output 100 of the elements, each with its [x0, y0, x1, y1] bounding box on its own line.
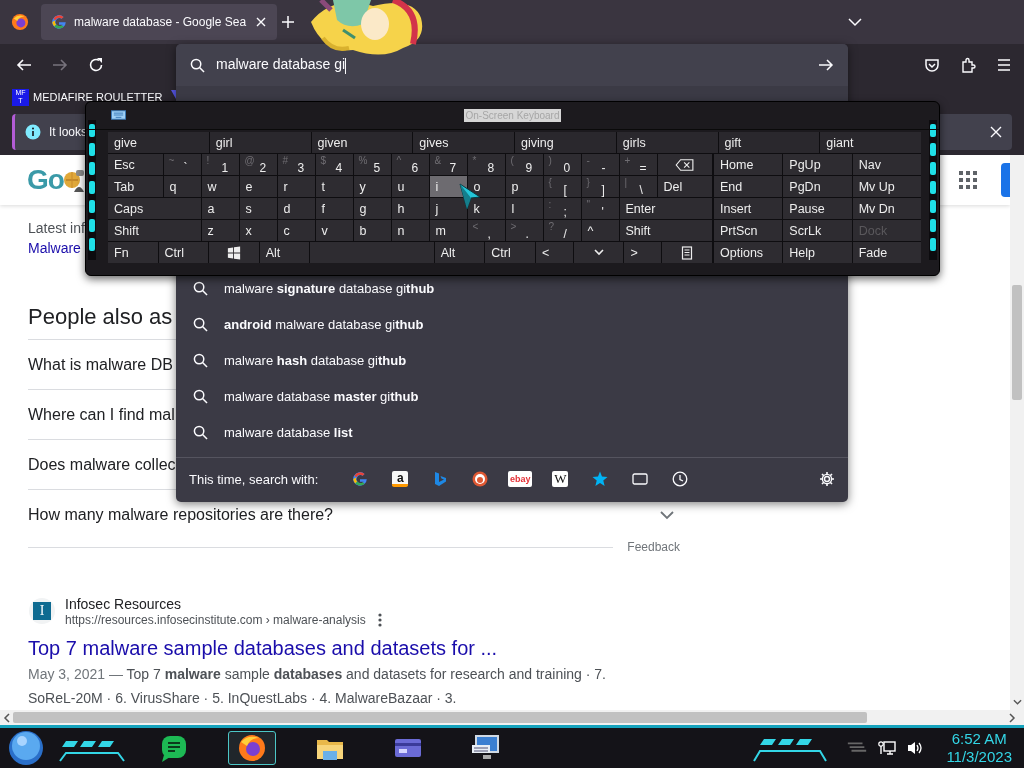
word-prediction[interactable]: giant	[820, 132, 921, 153]
keyboard-key[interactable]: Esc	[108, 154, 163, 175]
keyboard-key[interactable]: PgUp	[783, 154, 852, 175]
keyboard-key[interactable]: q	[163, 176, 201, 197]
keyboard-key[interactable]: > .	[505, 220, 543, 241]
keyboard-key[interactable]: b	[353, 220, 391, 241]
keyboard-key[interactable]: v	[315, 220, 353, 241]
keyboard-key[interactable]: Options	[714, 242, 783, 263]
keyboard-key[interactable]: i	[429, 176, 467, 197]
keyboard-key[interactable]: m	[429, 220, 467, 241]
keyboard-key[interactable]: Shift	[619, 220, 712, 241]
keyboard-key[interactable]: y	[353, 176, 391, 197]
keyboard-key[interactable]: Fn	[108, 242, 158, 263]
keyboard-key[interactable]: r	[277, 176, 315, 197]
keyboard-key[interactable]: % 5	[353, 154, 391, 175]
browser-tab[interactable]: malware database - Google Sea	[41, 4, 277, 40]
keyboard-key[interactable]: <	[535, 242, 573, 263]
keyboard-key[interactable]: ^ 6	[391, 154, 429, 175]
clock-time[interactable]: 6:52 AM	[946, 730, 1012, 748]
keyboard-key[interactable]: Alt	[434, 242, 485, 263]
word-prediction[interactable]: given	[311, 132, 413, 153]
keyboard-key[interactable]: ~ `	[163, 154, 201, 175]
keyboard-key[interactable]: z	[201, 220, 239, 241]
keyboard-key[interactable]: Mv Up	[852, 176, 921, 197]
keyboard-key[interactable]: e	[239, 176, 277, 197]
search-suggestion[interactable]: malware database master github	[224, 388, 419, 404]
keyboard-key[interactable]: d	[277, 198, 315, 219]
keyboard-key[interactable]: n	[391, 220, 429, 241]
keyboard-key[interactable]: Shift	[108, 220, 201, 241]
keyboard-key[interactable]: ( 9	[505, 154, 543, 175]
keyboard-key[interactable]: c	[277, 220, 315, 241]
keyboard-key[interactable]: Fade	[852, 242, 921, 263]
question-text[interactable]: Does malware collec	[28, 455, 176, 474]
word-prediction[interactable]: gift	[718, 132, 820, 153]
keyboard-key[interactable]: g	[353, 198, 391, 219]
keyboard-key[interactable]: ) 0	[543, 154, 581, 175]
word-prediction[interactable]: giving	[515, 132, 616, 153]
keyboard-key[interactable]: Nav	[852, 154, 921, 175]
search-engine-button[interactable]: a	[380, 467, 421, 491]
search-suggestion[interactable]: android malware database github	[224, 316, 424, 332]
keyboard-key[interactable]: # 3	[277, 154, 315, 175]
keyboard-key[interactable]: ^	[581, 220, 619, 241]
keyboard-key[interactable]: Mv Dn	[852, 198, 921, 219]
search-suggestion[interactable]: malware hash database github	[224, 352, 407, 368]
keyboard-key[interactable]: Pause	[783, 198, 852, 219]
keyboard-key[interactable]: Caps	[108, 198, 201, 219]
word-prediction[interactable]: girl	[209, 132, 311, 153]
keyboard-key[interactable]: s	[239, 198, 277, 219]
search-engine-button[interactable]: ebay	[500, 467, 541, 491]
keyboard-key[interactable]: { [	[543, 176, 581, 197]
keyboard-key[interactable]: k	[467, 198, 505, 219]
search-engine-button[interactable]: W	[540, 467, 581, 491]
keyboard-key[interactable]: - -	[581, 154, 619, 175]
keyboard-key[interactable]: Enter	[619, 198, 712, 219]
keyboard-key[interactable]: u	[391, 176, 429, 197]
keyboard-key[interactable]: } ]	[581, 176, 619, 197]
keyboard-key[interactable]: PgDn	[783, 176, 852, 197]
keyboard-key[interactable]: Ctrl	[158, 242, 209, 263]
question-text[interactable]: What is malware DB	[28, 355, 173, 374]
keyboard-key[interactable]: t	[315, 176, 353, 197]
keyboard-key[interactable]: o	[467, 176, 505, 197]
feedback-link[interactable]: Feedback	[627, 540, 680, 554]
result-link[interactable]: Malware	[28, 237, 81, 259]
keyboard-key[interactable]: | \	[619, 176, 657, 197]
keyboard-key[interactable]: Help	[783, 242, 852, 263]
keyboard-key[interactable]: $ 4	[315, 154, 353, 175]
keyboard-key[interactable]: Alt	[259, 242, 310, 263]
keyboard-key[interactable]: p	[505, 176, 543, 197]
keyboard-key[interactable]: ScrLk	[783, 220, 852, 241]
keyboard-key[interactable]: ! 1	[201, 154, 239, 175]
keyboard-key[interactable]: j	[429, 198, 467, 219]
search-suggestion[interactable]: malware database list	[224, 424, 353, 440]
keyboard-key[interactable]: PrtScn	[714, 220, 783, 241]
address-field[interactable]: malware database gi	[176, 44, 848, 86]
keyboard-key[interactable]: * 8	[467, 154, 505, 175]
keyboard-key[interactable]: ? /	[543, 220, 581, 241]
keyboard-key[interactable]: End	[714, 176, 783, 197]
keyboard-key[interactable]: " '	[581, 198, 619, 219]
keyboard-key[interactable]: Ctrl	[485, 242, 535, 263]
keyboard-key[interactable]: w	[201, 176, 239, 197]
search-suggestion[interactable]: malware signature database github	[224, 280, 435, 296]
question-text[interactable]: How many malware repositories are there?	[28, 505, 333, 524]
clock-date[interactable]: 11/3/2023	[946, 748, 1012, 766]
keyboard-key[interactable]: & 7	[429, 154, 467, 175]
keyboard-key[interactable]: f	[315, 198, 353, 219]
keyboard-key[interactable]: @ 2	[239, 154, 277, 175]
keyboard-key[interactable]: l	[505, 198, 543, 219]
keyboard-key[interactable]: Tab	[108, 176, 163, 197]
keyboard-key[interactable]: < ,	[467, 220, 505, 241]
keyboard-key[interactable]: + =	[619, 154, 657, 175]
keyboard-key[interactable]: a	[201, 198, 239, 219]
keyboard-key[interactable]: Insert	[714, 198, 783, 219]
word-prediction[interactable]: give	[108, 132, 209, 153]
question-text[interactable]: Where can I find mal	[28, 405, 175, 424]
keyboard-key[interactable]: x	[239, 220, 277, 241]
word-prediction[interactable]: gives	[413, 132, 514, 153]
word-prediction[interactable]: girls	[616, 132, 718, 153]
keyboard-key[interactable]: Home	[714, 154, 783, 175]
keyboard-key[interactable]: >	[624, 242, 662, 263]
keyboard-key[interactable]: : ;	[543, 198, 581, 219]
